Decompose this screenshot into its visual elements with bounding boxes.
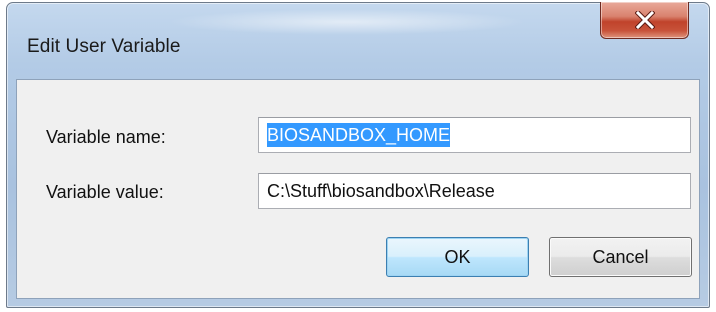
cancel-button[interactable]: Cancel — [549, 237, 692, 277]
edit-user-variable-dialog: Edit User Variable Variable name: BIOSAN… — [6, 2, 710, 308]
title-bar[interactable]: Edit User Variable — [7, 2, 709, 79]
cancel-button-label: Cancel — [592, 246, 649, 267]
variable-value-label: Variable value: — [46, 182, 164, 202]
variable-name-label: Variable name: — [46, 127, 166, 147]
close-icon — [634, 11, 655, 29]
variable-name-field[interactable]: BIOSANDBOX_HOME — [258, 117, 691, 153]
variable-value-field[interactable]: C:\Stuff\biosandbox\Release — [258, 173, 691, 209]
dialog-client-area: Variable name: BIOSANDBOX_HOME Variable … — [16, 79, 700, 299]
variable-value-text: C:\Stuff\biosandbox\Release — [267, 181, 495, 201]
ok-button[interactable]: OK — [386, 237, 529, 277]
ok-button-label: OK — [444, 246, 471, 267]
title-bar-glass-highlight — [167, 9, 527, 35]
close-button[interactable] — [600, 2, 689, 39]
variable-name-selected-text: BIOSANDBOX_HOME — [267, 123, 451, 147]
dialog-title: Edit User Variable — [27, 36, 181, 57]
